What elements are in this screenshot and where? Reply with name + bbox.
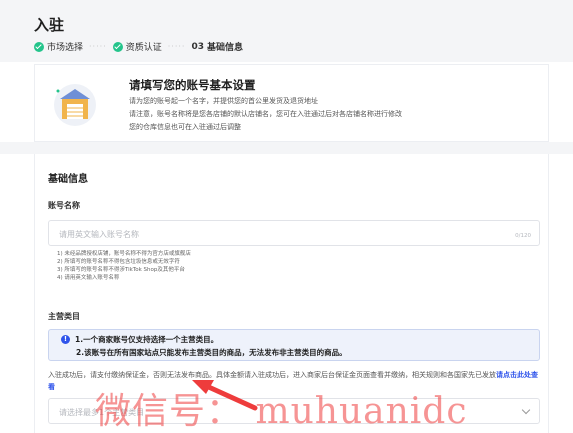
main-category-select[interactable]: 请选择最多1个主营类目	[48, 398, 540, 424]
input-placeholder: 请用英文输入账号名称	[59, 230, 139, 239]
info-line: 您的仓库信息也可在入驻通过后调整	[129, 123, 241, 131]
step-market-selection: 市场选择	[34, 40, 83, 53]
rule-item: 1) 未经品牌授权店铺，账号名称不得为官方店或旗舰店	[57, 251, 191, 257]
check-circle-icon	[112, 41, 123, 52]
step-indicator: 市场选择 ····· 资质认证 ····· 03 基础信息	[34, 40, 243, 53]
chevron-down-icon	[521, 405, 531, 415]
main-category-notice: ! 1.一个商家账号仅支持选择一个主营类目。 2.该账号在所有国家站点只能发布主…	[48, 329, 540, 361]
notice-line: 1.一个商家账号仅支持选择一个主营类目。	[75, 335, 219, 344]
step-qualification: 资质认证	[112, 40, 162, 53]
account-name-label: 账号名称	[48, 201, 80, 210]
character-counter: 0/120	[515, 233, 531, 239]
deposit-text: 入驻成功后，请支付缴纳保证金，否则无法发布商品。具体金额请入驻成功后，进入商家后…	[48, 371, 496, 379]
account-setup-info-card: 请填写您的账号基本设置 请为您的账号起一个名字，并提供您的首公里发货及退货地址 …	[34, 64, 549, 142]
step-connector: ·····	[167, 42, 186, 51]
check-circle-icon	[34, 41, 44, 52]
step-label: 市场选择	[47, 43, 84, 53]
account-name-input[interactable]: 请用英文输入账号名称 0/120	[48, 220, 540, 246]
section-title: 基础信息	[48, 174, 88, 185]
info-icon: !	[61, 335, 70, 344]
warehouse-illustration-icon	[54, 84, 96, 126]
rule-item: 3) 所填写的账号名称不得涉TikTok Shop及其他平台	[57, 267, 185, 273]
account-name-rules: 1) 未经品牌授权店铺，账号名称不得为官方店或旗舰店 2) 所填写的账号名称不得…	[57, 250, 191, 282]
rule-item: 2) 所填写的账号名称不得包含垃圾信息或无效字符	[57, 259, 180, 265]
step-connector: ·····	[89, 42, 107, 51]
rule-item: 4) 请用英文输入账号名称	[57, 275, 120, 281]
info-line: 请为您的账号起一个名字，并提供您的首公里发货及退货地址	[129, 97, 318, 105]
notice-line: 2.该账号在所有国家站点只能发布主营类目的商品，无法发布非主营类目的商品。	[76, 348, 347, 357]
step-number: 03	[191, 41, 204, 52]
page-header: 入驻 市场选择 ····· 资质认证 ····· 03 基础信息	[0, 0, 573, 62]
step-label: 基础信息	[207, 43, 244, 53]
main-category-label: 主营类目	[48, 312, 80, 321]
deposit-description: 入驻成功后，请支付缴纳保证金，否则无法发布商品。具体金额请入驻成功后，进入商家后…	[48, 369, 543, 393]
step-label: 资质认证	[125, 43, 162, 53]
info-line: 请注意，账号名称将是您各店铺的默认店铺名，您可在入驻通过后对各店铺名称进行修改	[129, 110, 402, 118]
section-divider	[0, 142, 573, 154]
page-title: 入驻	[34, 16, 65, 34]
select-placeholder: 请选择最多1个主营类目	[59, 408, 145, 417]
step-basic-info: 03 基础信息	[191, 40, 244, 54]
info-title: 请填写您的账号基本设置	[129, 78, 256, 92]
